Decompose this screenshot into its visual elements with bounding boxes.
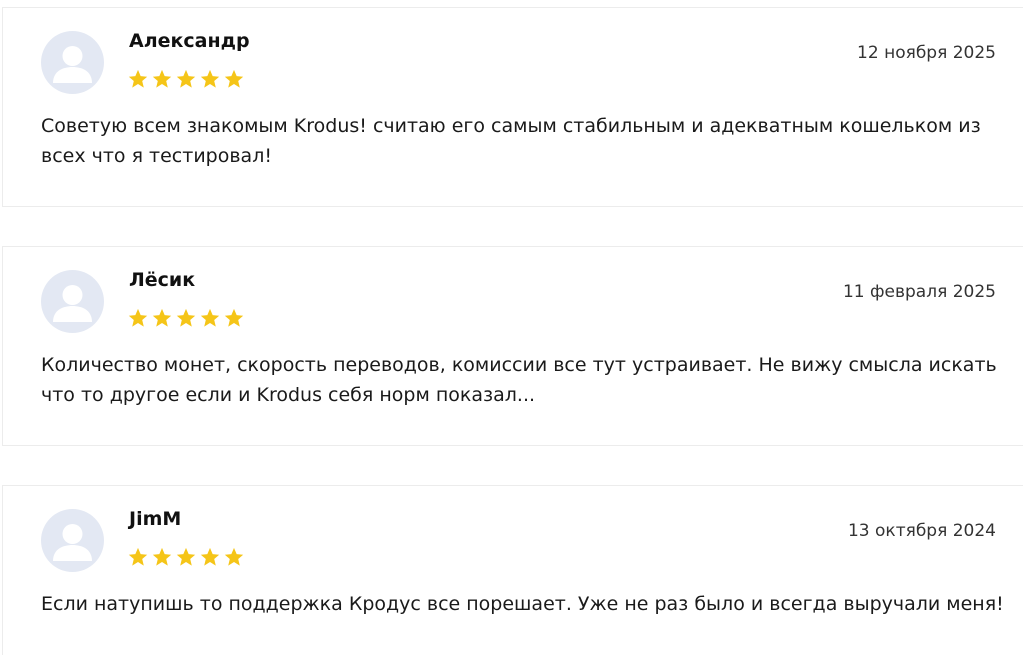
star-icon bbox=[199, 546, 221, 570]
star-icon bbox=[199, 307, 221, 331]
review-card: Александр 12 ноября 2025 Советую всем зн… bbox=[2, 7, 1023, 207]
avatar bbox=[41, 509, 104, 572]
review-card: Лёсик 11 февраля 2025 Количество монет, … bbox=[2, 246, 1023, 446]
review-text: Если натупишь то поддержка Кродус все по… bbox=[41, 593, 1004, 615]
star-icon bbox=[223, 68, 245, 92]
review-author: Александр bbox=[129, 30, 250, 52]
user-avatar-icon bbox=[53, 46, 92, 83]
review-author: Лёсик bbox=[129, 269, 196, 291]
avatar bbox=[41, 270, 104, 333]
review-card: JimM 13 октября 2024 Если натупишь то по… bbox=[2, 485, 1023, 655]
star-icon bbox=[223, 307, 245, 331]
rating-stars bbox=[127, 68, 245, 92]
star-icon bbox=[223, 546, 245, 570]
review-date: 12 ноября 2025 bbox=[857, 43, 996, 63]
star-icon bbox=[151, 546, 173, 570]
avatar bbox=[41, 31, 104, 94]
star-icon bbox=[175, 546, 197, 570]
user-avatar-icon bbox=[53, 524, 92, 561]
review-date: 11 февраля 2025 bbox=[842, 282, 996, 302]
reviews-list: Александр 12 ноября 2025 Советую всем зн… bbox=[0, 0, 1023, 655]
review-date: 13 октября 2024 bbox=[847, 521, 996, 541]
star-icon bbox=[175, 307, 197, 331]
user-avatar-icon bbox=[53, 285, 92, 322]
star-icon bbox=[151, 307, 173, 331]
star-icon bbox=[127, 546, 149, 570]
star-icon bbox=[127, 68, 149, 92]
review-text: Количество монет, скорость переводов, ко… bbox=[41, 354, 997, 406]
review-text: Советую всем знакомым Krodus! считаю его… bbox=[41, 115, 981, 167]
star-icon bbox=[175, 68, 197, 92]
review-author: JimM bbox=[129, 508, 182, 530]
star-icon bbox=[151, 68, 173, 92]
rating-stars bbox=[127, 546, 245, 570]
star-icon bbox=[127, 307, 149, 331]
star-icon bbox=[199, 68, 221, 92]
rating-stars bbox=[127, 307, 245, 331]
